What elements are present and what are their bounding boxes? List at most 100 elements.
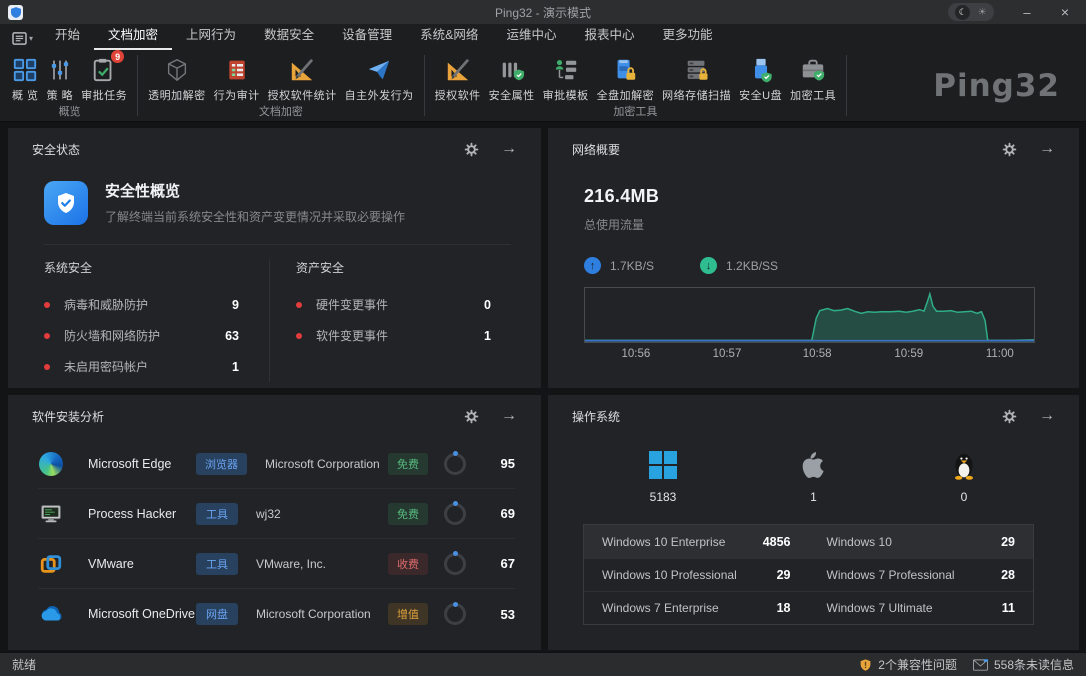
minimize-button[interactable]: – (1008, 0, 1046, 24)
unread-messages-label: 558条未读信息 (994, 656, 1074, 673)
ribbon-item-secure-usb[interactable]: 安全U盘 (735, 53, 786, 104)
ribbon-item-network-storage-scan[interactable]: 网络存储扫描 (658, 53, 735, 104)
panel-operating-systems: 操作系统 → 5183 1 (548, 395, 1079, 650)
red-dot-icon (296, 333, 302, 339)
security-overview-title: 安全性概览 (105, 180, 405, 201)
tab-web-behavior[interactable]: 上网行为 (172, 24, 250, 50)
software-row[interactable]: Microsoft OneDrive 网盘 Microsoft Corporat… (38, 589, 515, 639)
ribbon-group-label: 加密工具 (431, 105, 840, 120)
ribbon-item-security-attrs[interactable]: 安全属性 (485, 53, 539, 104)
ribbon-item-fulldisk-encrypt[interactable]: 全盘加解密 (593, 53, 659, 104)
table-row[interactable]: Windows 7 Enterprise18 Windows 7 Ultimat… (584, 591, 1033, 624)
software-row[interactable]: Microsoft Edge 浏览器 Microsoft Corporation… (38, 439, 515, 489)
upload-rate: ↑ 1.7KB/S (584, 257, 654, 274)
software-vendor: wj32 (256, 507, 388, 521)
tab-data-security[interactable]: 数据安全 (250, 24, 328, 50)
panel-title: 操作系统 (572, 408, 620, 425)
table-row[interactable]: Windows 10 Enterprise4856 Windows 1029 (584, 525, 1033, 558)
chart-tick-label: 10:57 (713, 348, 742, 360)
ribbon-item-encrypt-tools[interactable]: 加密工具 (786, 53, 840, 104)
os-platform-linux[interactable]: 0 (941, 449, 987, 504)
gear-icon[interactable] (464, 409, 479, 424)
category-badge: 网盘 (196, 603, 238, 625)
arrow-right-icon[interactable]: → (501, 141, 517, 157)
software-vendor: VMware, Inc. (256, 557, 388, 571)
chevron-down-icon: ▾ (29, 34, 33, 43)
ribbon-group-overview: 概 览 策 略 9 审批任务 概览 (4, 50, 135, 121)
security-metric-row[interactable]: 软件变更事件 1 (296, 320, 491, 351)
red-dot-icon (44, 364, 50, 370)
panel-title: 网络概要 (572, 141, 620, 158)
ribbon-item-label: 审批任务 (81, 87, 127, 103)
metric-label: 软件变更事件 (316, 327, 388, 344)
panel-title: 软件安装分析 (32, 408, 104, 425)
software-row[interactable]: VMware 工具 VMware, Inc. 收费 67 (38, 539, 515, 589)
ribbon-item-behavior-audit[interactable]: 行为审计 (210, 53, 264, 104)
moon-icon[interactable]: ☾ (955, 5, 970, 20)
arrow-right-icon[interactable]: → (1039, 408, 1055, 424)
tab-more-features[interactable]: 更多功能 (648, 24, 726, 50)
linux-tux-icon (951, 449, 977, 481)
ribbon-item-authorized-software-stats[interactable]: 授权软件统计 (264, 53, 341, 104)
onedrive-icon (38, 601, 64, 627)
tab-device-mgmt[interactable]: 设备管理 (328, 24, 406, 50)
os-platform-apple[interactable]: 1 (791, 449, 837, 504)
sun-icon[interactable]: ☀ (978, 7, 987, 18)
ribbon-item-transparent-encrypt[interactable]: 透明加解密 (144, 53, 210, 104)
paper-plane-icon (366, 54, 392, 86)
security-metric-row[interactable]: 未启用密码帐户 1 (44, 351, 239, 382)
apple-logo-icon (801, 449, 827, 481)
ribbon-item-approval-tasks[interactable]: 9 审批任务 (77, 53, 131, 104)
metric-label: 硬件变更事件 (316, 296, 388, 313)
tab-report-center[interactable]: 报表中心 (570, 24, 648, 50)
tab-doc-encrypt[interactable]: 文档加密 (94, 24, 172, 50)
software-score: 67 (487, 556, 515, 571)
ribbon-item-approval-template[interactable]: 审批模板 (539, 53, 593, 104)
theme-toggle[interactable]: ☾ ☀ (948, 3, 994, 21)
download-arrow-icon: ↓ (700, 257, 717, 274)
upload-rate-value: 1.7KB/S (610, 259, 654, 273)
ribbon-item-policy[interactable]: 策 略 (43, 53, 78, 104)
metric-label: 未启用密码帐户 (64, 358, 148, 375)
table-row[interactable]: Windows 10 Professional29 Windows 7 Prof… (584, 558, 1033, 591)
arrow-right-icon[interactable]: → (501, 408, 517, 424)
chart-x-axis: 10:5610:5710:5810:5911:00 (584, 348, 1035, 363)
security-metric-row[interactable]: 病毒和威胁防护 9 (44, 289, 239, 320)
tab-system-network[interactable]: 系统&网络 (406, 24, 492, 50)
os-count: 5183 (650, 490, 677, 504)
total-traffic-label: 总使用流量 (584, 216, 1079, 233)
tab-start[interactable]: 开始 (41, 24, 94, 50)
section-title: 系统安全 (44, 259, 239, 276)
sliders-icon (48, 54, 72, 86)
server-lock-icon (684, 54, 710, 86)
software-score: 69 (487, 506, 515, 521)
software-row[interactable]: Process Hacker 工具 wj32 免费 69 (38, 489, 515, 539)
ribbon-item-self-outgoing[interactable]: 自主外发行为 (341, 53, 418, 104)
unread-messages[interactable]: 558条未读信息 (973, 656, 1074, 673)
tab-ops-center[interactable]: 运维中心 (492, 24, 570, 50)
network-traffic-chart[interactable] (584, 287, 1035, 343)
ribbon-group-encrypt-tools: 授权软件 安全属性 审批模板 (427, 50, 844, 121)
gear-icon[interactable] (464, 142, 479, 157)
ribbon-separator (846, 55, 847, 116)
compat-issues[interactable]: 2个兼容性问题 (859, 656, 957, 673)
arrow-right-icon[interactable]: → (1039, 141, 1055, 157)
category-badge: 工具 (196, 503, 238, 525)
os-platform-windows[interactable]: 5183 (640, 449, 686, 504)
app-menu-icon[interactable]: ▾ (12, 32, 33, 45)
ribbon-item-authorized-software[interactable]: 授权软件 (431, 53, 485, 104)
os-version-count: 11 (1002, 601, 1015, 615)
gear-icon[interactable] (1002, 409, 1017, 424)
os-count: 1 (810, 490, 817, 504)
mail-icon (973, 659, 988, 671)
gear-icon[interactable] (1002, 142, 1017, 157)
software-name: Process Hacker (88, 507, 196, 521)
ribbon-group-label: 概览 (8, 105, 131, 120)
security-metric-row[interactable]: 防火墙和网络防护 63 (44, 320, 239, 351)
close-button[interactable]: × (1046, 0, 1084, 24)
ribbon-item-overview[interactable]: 概 览 (8, 53, 43, 104)
ribbon-item-label: 策 略 (47, 87, 74, 103)
software-name: Microsoft OneDrive (88, 607, 196, 621)
security-metric-row[interactable]: 硬件变更事件 0 (296, 289, 491, 320)
panel-security-status: 安全状态 → 安全性概览 了解终端当前系统安全性和资产变更情况并采取必要操作 系 (8, 128, 541, 388)
